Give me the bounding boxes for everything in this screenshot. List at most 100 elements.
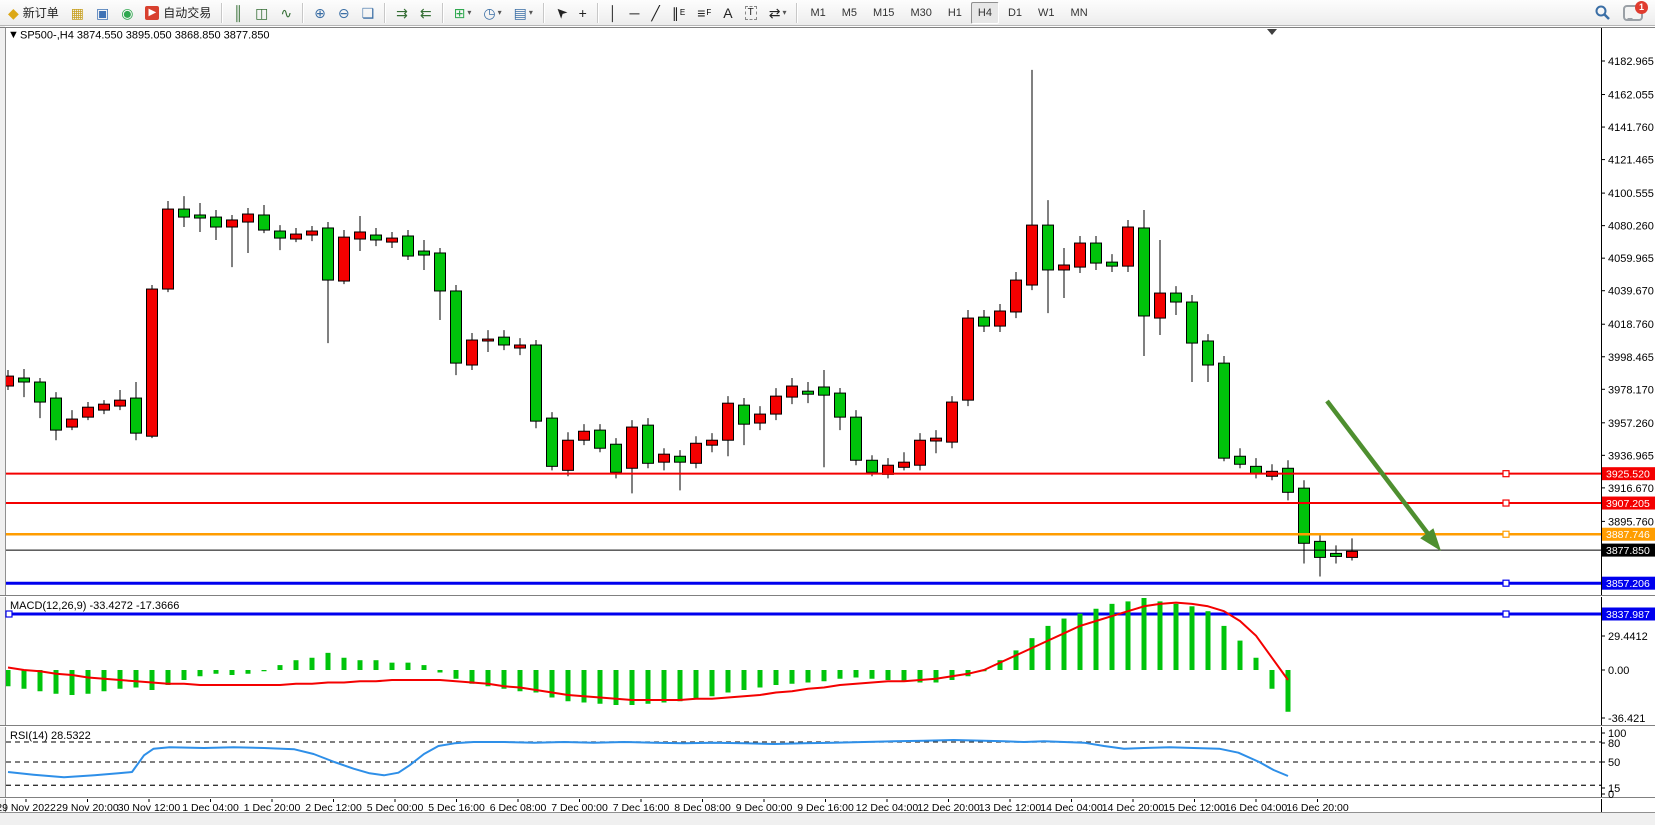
arrows-icon: ⇄ bbox=[769, 6, 781, 20]
line-handle[interactable] bbox=[1503, 580, 1509, 586]
timeframe-m5-button[interactable]: M5 bbox=[835, 2, 864, 24]
macd-histogram-bar bbox=[758, 670, 763, 688]
chat-icon[interactable]: 1 bbox=[1623, 5, 1643, 21]
chevron-down-icon[interactable]: ▾ bbox=[782, 8, 786, 17]
timeframe-m30-button[interactable]: M30 bbox=[903, 2, 938, 24]
time-axis-label: 7 Dec 16:00 bbox=[613, 802, 670, 814]
macd-histogram-bar bbox=[646, 670, 651, 704]
macd-histogram-bar bbox=[1206, 611, 1211, 670]
line-handle[interactable] bbox=[1503, 611, 1509, 617]
timeframe-w1-button[interactable]: W1 bbox=[1031, 2, 1062, 24]
bars-chart-button[interactable]: ║ bbox=[228, 1, 248, 25]
vertical-line-button[interactable]: │ bbox=[604, 1, 623, 25]
candle bbox=[1091, 243, 1102, 263]
timeframe-m1-button[interactable]: M1 bbox=[803, 2, 832, 24]
timeframe-h4-button[interactable]: H4 bbox=[971, 2, 999, 24]
candle bbox=[19, 378, 30, 382]
line-handle[interactable] bbox=[1503, 500, 1509, 506]
macd-histogram-bar bbox=[582, 670, 587, 703]
signals-button[interactable]: ◉ bbox=[116, 1, 138, 25]
candle bbox=[723, 403, 734, 440]
line-chart-button[interactable]: ∿ bbox=[275, 1, 297, 25]
chevron-down-icon[interactable]: ▾ bbox=[498, 8, 502, 17]
chart-collapse-icon[interactable]: ▼ bbox=[8, 29, 19, 41]
candle bbox=[1155, 293, 1166, 318]
price-tag-label: 3877.850 bbox=[1606, 545, 1650, 557]
bars-chart-icon: ║ bbox=[233, 6, 243, 20]
price-axis-tick: 4182.965 bbox=[1608, 56, 1654, 68]
zoom-in-button[interactable]: ⊕ bbox=[309, 1, 331, 25]
templates-button[interactable]: ▤▾ bbox=[509, 1, 538, 25]
candle bbox=[1043, 225, 1054, 270]
toolbar-separator bbox=[302, 3, 304, 23]
chart-area[interactable]: 4182.9654162.0554141.7604121.4654100.555… bbox=[0, 26, 1655, 825]
timeframe-d1-button[interactable]: D1 bbox=[1001, 2, 1029, 24]
time-axis-label: 5 Dec 00:00 bbox=[367, 802, 424, 814]
macd-histogram-bar bbox=[390, 663, 395, 670]
zoom-in-icon: ⊕ bbox=[314, 6, 326, 20]
time-axis-label: 14 Dec 04:00 bbox=[1040, 802, 1103, 814]
market-watch-button[interactable]: ▣ bbox=[91, 1, 114, 25]
line-handle[interactable] bbox=[1503, 471, 1509, 477]
candle bbox=[83, 407, 94, 417]
candle bbox=[211, 217, 222, 227]
periods-button[interactable]: ◷▾ bbox=[478, 1, 506, 25]
arrows-button[interactable]: ⇄▾ bbox=[764, 1, 792, 25]
cursor-button[interactable]: ➤ bbox=[550, 1, 572, 25]
mt4-window: ◆新订单▦▣◉▶自动交易║◫∿⊕⊖❏⇉⇇⊞▾◷▾▤▾➤+│─╱∥E≡FAT⇄▾M… bbox=[0, 0, 1655, 825]
candle bbox=[659, 454, 670, 462]
chart-shift-button[interactable]: ⇇ bbox=[415, 1, 437, 25]
text-label-button[interactable]: T bbox=[740, 1, 762, 25]
macd-histogram-bar bbox=[294, 660, 299, 670]
charts-button[interactable]: ▦ bbox=[66, 1, 89, 25]
time-axis-label: 29 Nov 2022 bbox=[0, 802, 56, 814]
candle bbox=[707, 440, 718, 445]
macd-histogram-bar bbox=[6, 670, 11, 686]
vertical-line-icon: │ bbox=[609, 6, 618, 20]
zoom-out-button[interactable]: ⊖ bbox=[333, 1, 355, 25]
macd-histogram-bar bbox=[742, 670, 747, 690]
candle bbox=[51, 398, 62, 430]
auto-scroll-button[interactable]: ⇉ bbox=[391, 1, 413, 25]
autotrading-button[interactable]: ▶自动交易 bbox=[140, 1, 216, 25]
new-order-button[interactable]: ◆新订单 bbox=[3, 1, 64, 25]
timeframe-mn-button[interactable]: MN bbox=[1064, 2, 1095, 24]
candles-chart-button[interactable]: ◫ bbox=[250, 1, 273, 25]
indicators-button[interactable]: ⊞▾ bbox=[449, 1, 477, 25]
timeframe-h1-button[interactable]: H1 bbox=[941, 2, 969, 24]
text-button[interactable]: A bbox=[718, 1, 737, 25]
main-toolbar: ◆新订单▦▣◉▶自动交易║◫∿⊕⊖❏⇉⇇⊞▾◷▾▤▾➤+│─╱∥E≡FAT⇄▾M… bbox=[0, 0, 1655, 26]
chevron-down-icon[interactable]: ▾ bbox=[529, 8, 533, 17]
cursor-icon: ➤ bbox=[552, 3, 570, 21]
price-axis-tick: 4162.055 bbox=[1608, 90, 1654, 102]
line-handle[interactable] bbox=[1503, 531, 1509, 537]
candle bbox=[915, 440, 926, 465]
trendline-button[interactable]: ╱ bbox=[646, 1, 664, 25]
time-axis-label: 2 Dec 12:00 bbox=[305, 802, 362, 814]
candle bbox=[115, 400, 126, 406]
candle bbox=[131, 398, 142, 433]
chart-shift-icon: ⇇ bbox=[420, 6, 432, 20]
equidistant-channel-button[interactable]: ∥E bbox=[667, 1, 690, 25]
macd-indicator-label: MACD(12,26,9) -33.4272 -17.3666 bbox=[10, 600, 179, 612]
macd-histogram-bar bbox=[838, 670, 843, 679]
candle bbox=[755, 414, 766, 423]
price-axis-tick: 4141.760 bbox=[1608, 122, 1654, 134]
fibonacci-button[interactable]: ≡F bbox=[692, 1, 716, 25]
price-axis-tick: 4059.965 bbox=[1608, 253, 1654, 265]
macd-histogram-bar bbox=[262, 670, 267, 671]
timeframe-m15-button[interactable]: M15 bbox=[866, 2, 901, 24]
crosshair-button[interactable]: + bbox=[574, 1, 592, 25]
macd-histogram-bar bbox=[1030, 638, 1035, 670]
rsi-axis-tick: 50 bbox=[1608, 757, 1620, 769]
search-icon[interactable] bbox=[1594, 4, 1611, 21]
candle bbox=[1107, 262, 1118, 266]
horizontal-line-button[interactable]: ─ bbox=[625, 1, 645, 25]
chevron-down-icon[interactable]: ▾ bbox=[467, 8, 471, 17]
tile-windows-button[interactable]: ❏ bbox=[357, 1, 380, 25]
candle bbox=[547, 418, 558, 466]
macd-histogram-bar bbox=[1270, 670, 1275, 689]
candle bbox=[1331, 553, 1342, 556]
macd-histogram-bar bbox=[1094, 609, 1099, 670]
candle bbox=[387, 238, 398, 242]
